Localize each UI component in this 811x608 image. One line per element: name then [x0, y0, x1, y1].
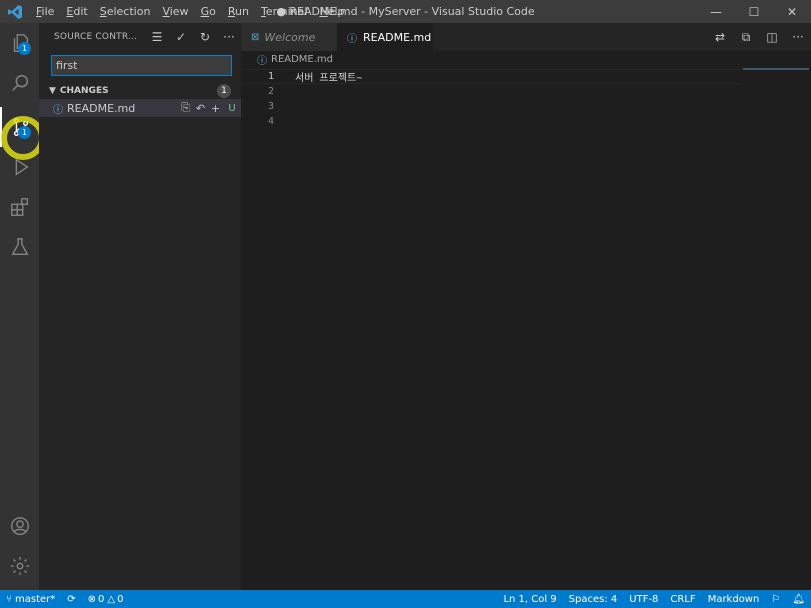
- menu-go[interactable]: Go: [195, 0, 222, 23]
- run-debug-icon[interactable]: [0, 147, 39, 187]
- info-icon: ⓘ: [257, 55, 267, 67]
- menu-view[interactable]: View: [156, 0, 194, 23]
- title-bar: ● README.md - MyServer - Visual Studio C…: [0, 0, 811, 23]
- open-file-icon[interactable]: ⎘: [178, 99, 193, 117]
- sidebar-header: SOURCE CONTR... ☰ ✓ ↻ ···: [39, 23, 241, 51]
- vscode-logo-icon: [0, 4, 30, 20]
- more-actions-icon[interactable]: ···: [217, 26, 241, 48]
- line-number: 2: [267, 86, 274, 97]
- status-bar: ⑂ master* ⟳ ⊗ 0 △ 0 Ln 1, Col 9 Spaces: …: [0, 590, 811, 608]
- menu-run[interactable]: Run: [222, 0, 255, 23]
- code-line: 1 서버 프로젝트~: [241, 69, 741, 84]
- warning-icon: △: [107, 593, 116, 605]
- open-changes-icon[interactable]: ⇄: [707, 23, 733, 51]
- branch-indicator[interactable]: ⑂ master*: [0, 594, 61, 605]
- window-controls: — ☐ ✕: [697, 0, 811, 23]
- extensions-icon[interactable]: [0, 187, 39, 227]
- commit-message-input[interactable]: [51, 55, 232, 76]
- menu-terminal[interactable]: Terminal: [255, 0, 314, 23]
- explorer-badge: 1: [18, 42, 31, 55]
- tab-readme[interactable]: ⓘ README.md: [337, 23, 433, 51]
- cursor-position[interactable]: Ln 1, Col 9: [497, 594, 562, 605]
- testing-icon[interactable]: [0, 227, 39, 267]
- problems-indicator[interactable]: ⊗ 0 △ 0: [82, 594, 130, 605]
- line-number: 3: [267, 101, 274, 112]
- code-line: 4: [241, 114, 741, 129]
- split-editor-icon[interactable]: ◫: [759, 23, 785, 51]
- maximize-button[interactable]: ☐: [735, 0, 773, 23]
- commit-check-icon[interactable]: ✓: [169, 26, 193, 48]
- source-control-icon[interactable]: 1: [0, 107, 39, 147]
- changed-file-name: README.md: [67, 101, 136, 115]
- encoding[interactable]: UTF-8: [623, 594, 664, 605]
- end-of-line[interactable]: CRLF: [664, 594, 701, 605]
- line-content[interactable]: 서버 프로젝트~: [274, 69, 362, 84]
- menu-edit[interactable]: Edit: [60, 0, 93, 23]
- breadcrumb: ⓘ README.md: [241, 51, 811, 67]
- scm-badge: 1: [18, 126, 31, 139]
- stage-changes-icon[interactable]: +: [208, 99, 223, 117]
- close-button[interactable]: ✕: [773, 0, 811, 23]
- git-branch-icon: ⑂: [6, 593, 12, 605]
- code-editor[interactable]: 1 서버 프로젝트~ 2 3 4: [241, 69, 741, 129]
- tab-welcome-label: Welcome: [264, 30, 316, 44]
- tab-bar: ⊠ Welcome ⓘ README.md ⇄ ⧉ ◫ ···: [241, 23, 811, 51]
- code-line: 3: [241, 99, 741, 114]
- vscode-tab-icon: ⊠: [251, 31, 260, 43]
- code-line: 2: [241, 84, 741, 99]
- account-icon[interactable]: [0, 506, 39, 546]
- minimize-button[interactable]: —: [697, 0, 735, 23]
- changes-count-badge: 1: [217, 84, 231, 98]
- indentation[interactable]: Spaces: 4: [563, 594, 624, 605]
- activity-bar: 1 1: [0, 23, 39, 590]
- editor-area: ⊠ Welcome ⓘ README.md ⇄ ⧉ ◫ ··· ⓘ README…: [241, 23, 811, 590]
- editor-actions: ⇄ ⧉ ◫ ···: [707, 23, 811, 51]
- info-icon: ⓘ: [53, 104, 63, 116]
- menu-bar: File Edit Selection View Go Run Terminal…: [30, 0, 351, 23]
- open-preview-icon[interactable]: ⧉: [733, 23, 759, 51]
- tab-readme-label: README.md: [363, 30, 432, 44]
- tab-welcome[interactable]: ⊠ Welcome: [241, 23, 337, 51]
- search-icon[interactable]: [0, 63, 39, 103]
- error-icon: ⊗: [87, 593, 97, 605]
- feedback-icon[interactable]: ⚐: [765, 594, 786, 605]
- untracked-status: U: [228, 102, 236, 114]
- line-number: 1: [267, 71, 274, 82]
- sync-icon[interactable]: ⟳: [61, 594, 81, 605]
- explorer-icon[interactable]: 1: [0, 23, 39, 63]
- changes-label: CHANGES: [59, 86, 109, 96]
- menu-file[interactable]: File: [30, 0, 60, 23]
- source-control-panel: SOURCE CONTR... ☰ ✓ ↻ ··· ▼ CHANGES 1 ⓘ …: [39, 23, 241, 590]
- chevron-down-icon: ▼: [49, 86, 56, 96]
- minimap[interactable]: [743, 68, 809, 70]
- sidebar-title: SOURCE CONTR...: [54, 32, 138, 42]
- refresh-icon[interactable]: ↻: [193, 26, 217, 48]
- menu-selection[interactable]: Selection: [94, 0, 157, 23]
- error-count: 0: [98, 593, 105, 605]
- notifications-bell-icon[interactable]: 🔔︎: [786, 594, 811, 605]
- info-icon: ⓘ: [347, 33, 357, 45]
- view-as-tree-icon[interactable]: ☰: [145, 26, 169, 48]
- changed-file-row[interactable]: ⓘ README.md ⎘ ↶ + U: [39, 99, 241, 117]
- breadcrumb-file[interactable]: README.md: [271, 54, 333, 65]
- branch-name: master*: [15, 593, 56, 605]
- discard-changes-icon[interactable]: ↶: [193, 99, 208, 117]
- more-actions-icon[interactable]: ···: [785, 23, 811, 51]
- language-mode[interactable]: Markdown: [702, 594, 766, 605]
- status-right: Ln 1, Col 9 Spaces: 4 UTF-8 CRLF Markdow…: [497, 594, 811, 605]
- menu-help[interactable]: Help: [313, 0, 350, 23]
- warning-count: 0: [117, 593, 124, 605]
- changes-group-header[interactable]: ▼ CHANGES 1: [39, 81, 241, 101]
- line-number: 4: [267, 116, 274, 127]
- settings-gear-icon[interactable]: [0, 546, 39, 586]
